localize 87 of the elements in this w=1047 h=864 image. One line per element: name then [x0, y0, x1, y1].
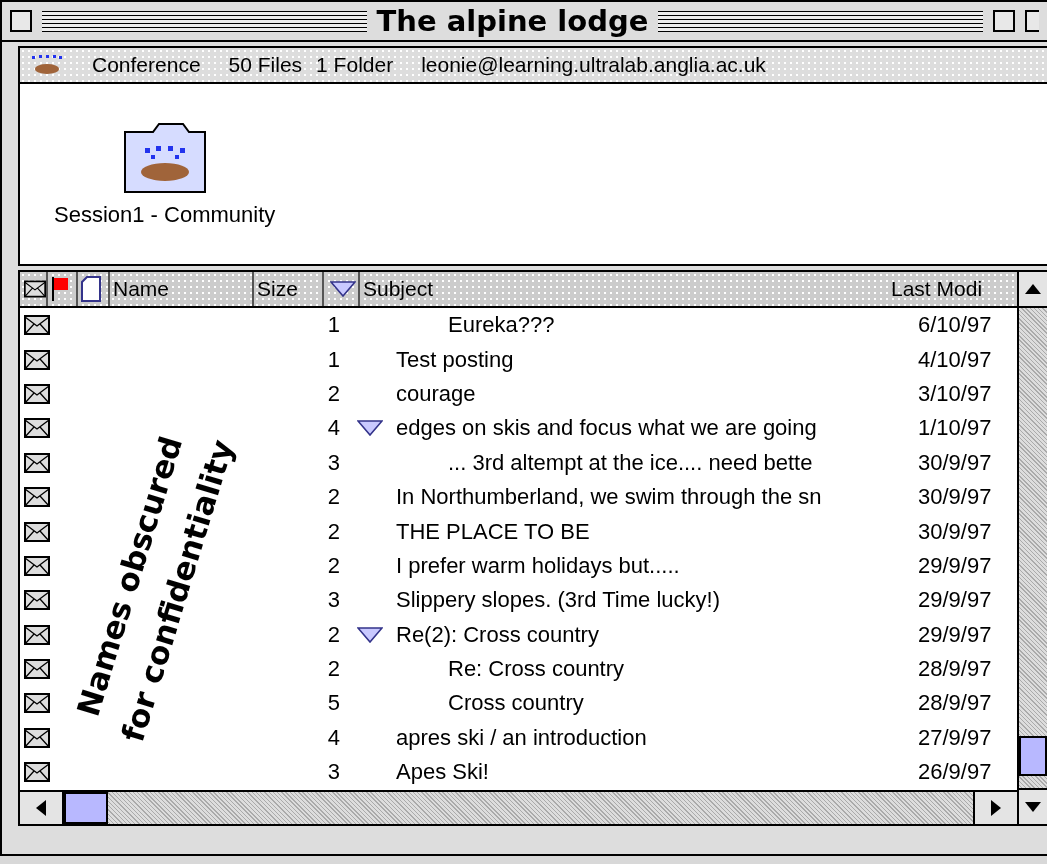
vertical-scrollbar[interactable]: [1017, 272, 1047, 824]
owner-address: leonie@learning.ultralab.anglia.ac.uk: [421, 53, 766, 77]
bowl-icon: [30, 55, 64, 75]
zoom-box[interactable]: [993, 10, 1015, 32]
date-cell: 29/9/97: [918, 552, 992, 579]
size-column-header[interactable]: Size: [257, 277, 298, 301]
flag-icon[interactable]: [51, 277, 69, 301]
envelope-icon: [24, 315, 50, 336]
title-bar-stripes[interactable]: [42, 10, 367, 32]
scroll-thumb[interactable]: [1019, 736, 1047, 776]
folder-icon[interactable]: [122, 122, 207, 194]
size-cell-text: 1: [326, 346, 341, 373]
envelope-icon: [24, 521, 50, 542]
date-cell: 30/9/97: [918, 518, 992, 545]
subject-column-header[interactable]: Subject: [363, 277, 434, 301]
size-cell-text: 4: [326, 415, 341, 442]
up-arrow-icon[interactable]: [1025, 284, 1041, 294]
subject-cell[interactable]: Re: Cross country: [396, 656, 918, 683]
document-icon[interactable]: [81, 276, 101, 302]
subject-cell[interactable]: In Northumberland, we swim through the sn: [396, 484, 918, 511]
subject-cell[interactable]: Re(2): Cross country: [396, 621, 918, 648]
date-cell: 30/9/97: [918, 449, 992, 476]
date-cell: 28/9/97: [918, 690, 992, 717]
disclosure-triangle-icon[interactable]: [357, 626, 383, 643]
subject-cell[interactable]: Cross country: [396, 690, 918, 717]
date-cell: 29/9/97: [918, 587, 992, 614]
folder-label: Session1 - Community: [54, 202, 276, 228]
subject-cell[interactable]: apres ski / an introduction: [396, 724, 918, 751]
down-arrow-icon[interactable]: [1025, 802, 1041, 812]
envelope-icon: [24, 762, 50, 783]
name-column-header[interactable]: Name: [113, 277, 170, 301]
size-cell-text: 2: [326, 380, 341, 407]
envelope-icon: [24, 418, 50, 439]
subject-cell[interactable]: ... 3rd altempt at the ice.... need bette: [396, 449, 918, 476]
subject-cell[interactable]: Eureka???: [396, 312, 918, 339]
subject-cell[interactable]: I prefer warm holidays but.....: [396, 552, 918, 579]
disclosure-triangle-icon[interactable]: [357, 420, 383, 437]
subject-cell[interactable]: THE PLACE TO BE: [396, 518, 918, 545]
scroll-thumb[interactable]: [64, 792, 108, 824]
size-cell-text: 3: [326, 759, 341, 786]
conference-name: Conference: [92, 53, 201, 77]
date-cell: 28/9/97: [918, 656, 992, 683]
date-cell: 1/10/97: [918, 415, 992, 442]
subject-cell[interactable]: courage: [396, 380, 918, 407]
size-cell-text: 3: [326, 587, 341, 614]
envelope-icon: [24, 487, 50, 508]
date-column-header[interactable]: Last Modi: [891, 277, 983, 301]
window-title: The alpine lodge: [376, 4, 649, 38]
envelope-icon: [24, 383, 50, 404]
envelope-icon: [24, 693, 50, 714]
close-box[interactable]: [10, 10, 32, 32]
envelope-icon: [24, 555, 50, 576]
subject-cell[interactable]: Slippery slopes. (3rd Time lucky!): [396, 587, 918, 614]
envelope-icon: [24, 590, 50, 611]
right-arrow-icon[interactable]: [991, 800, 1001, 816]
folder-count: 1 Folder: [316, 53, 394, 77]
subject-cell[interactable]: Test posting: [396, 346, 918, 373]
left-arrow-icon[interactable]: [36, 800, 46, 816]
title-bar-stripes[interactable]: [658, 10, 983, 32]
size-cell-text: 3: [326, 449, 341, 476]
size-cell-text: 2: [326, 621, 341, 648]
subject-cell[interactable]: Apes Ski!: [396, 759, 918, 786]
size-cell-text: 4: [326, 724, 341, 751]
date-cell: 29/9/97: [918, 621, 992, 648]
size-cell-text: 2: [326, 552, 341, 579]
date-cell: 30/9/97: [918, 484, 992, 511]
size-cell-text: 5: [326, 690, 341, 717]
envelope-icon: [24, 279, 46, 299]
date-cell: 6/10/97: [918, 312, 992, 339]
subject-cell[interactable]: edges on skis and focus what we are going: [396, 415, 918, 442]
file-count: 50 Files: [228, 53, 303, 77]
date-cell: 4/10/97: [918, 346, 992, 373]
date-cell: 3/10/97: [918, 380, 992, 407]
size-cell-text: 2: [326, 484, 341, 511]
sort-triangle-icon[interactable]: [329, 281, 356, 297]
date-cell: 26/9/97: [918, 759, 992, 786]
size-cell-text: 2: [326, 518, 341, 545]
date-cell: 27/9/97: [918, 724, 992, 751]
size-cell-text: 2: [326, 656, 341, 683]
horizontal-scrollbar[interactable]: [20, 790, 1017, 824]
collapse-box[interactable]: [1025, 10, 1039, 32]
envelope-icon: [24, 624, 50, 645]
envelope-icon: [24, 659, 50, 680]
envelope-icon: [24, 727, 50, 748]
size-cell-text: 1: [326, 312, 341, 339]
envelope-icon: [24, 349, 50, 370]
envelope-icon: [24, 452, 50, 473]
